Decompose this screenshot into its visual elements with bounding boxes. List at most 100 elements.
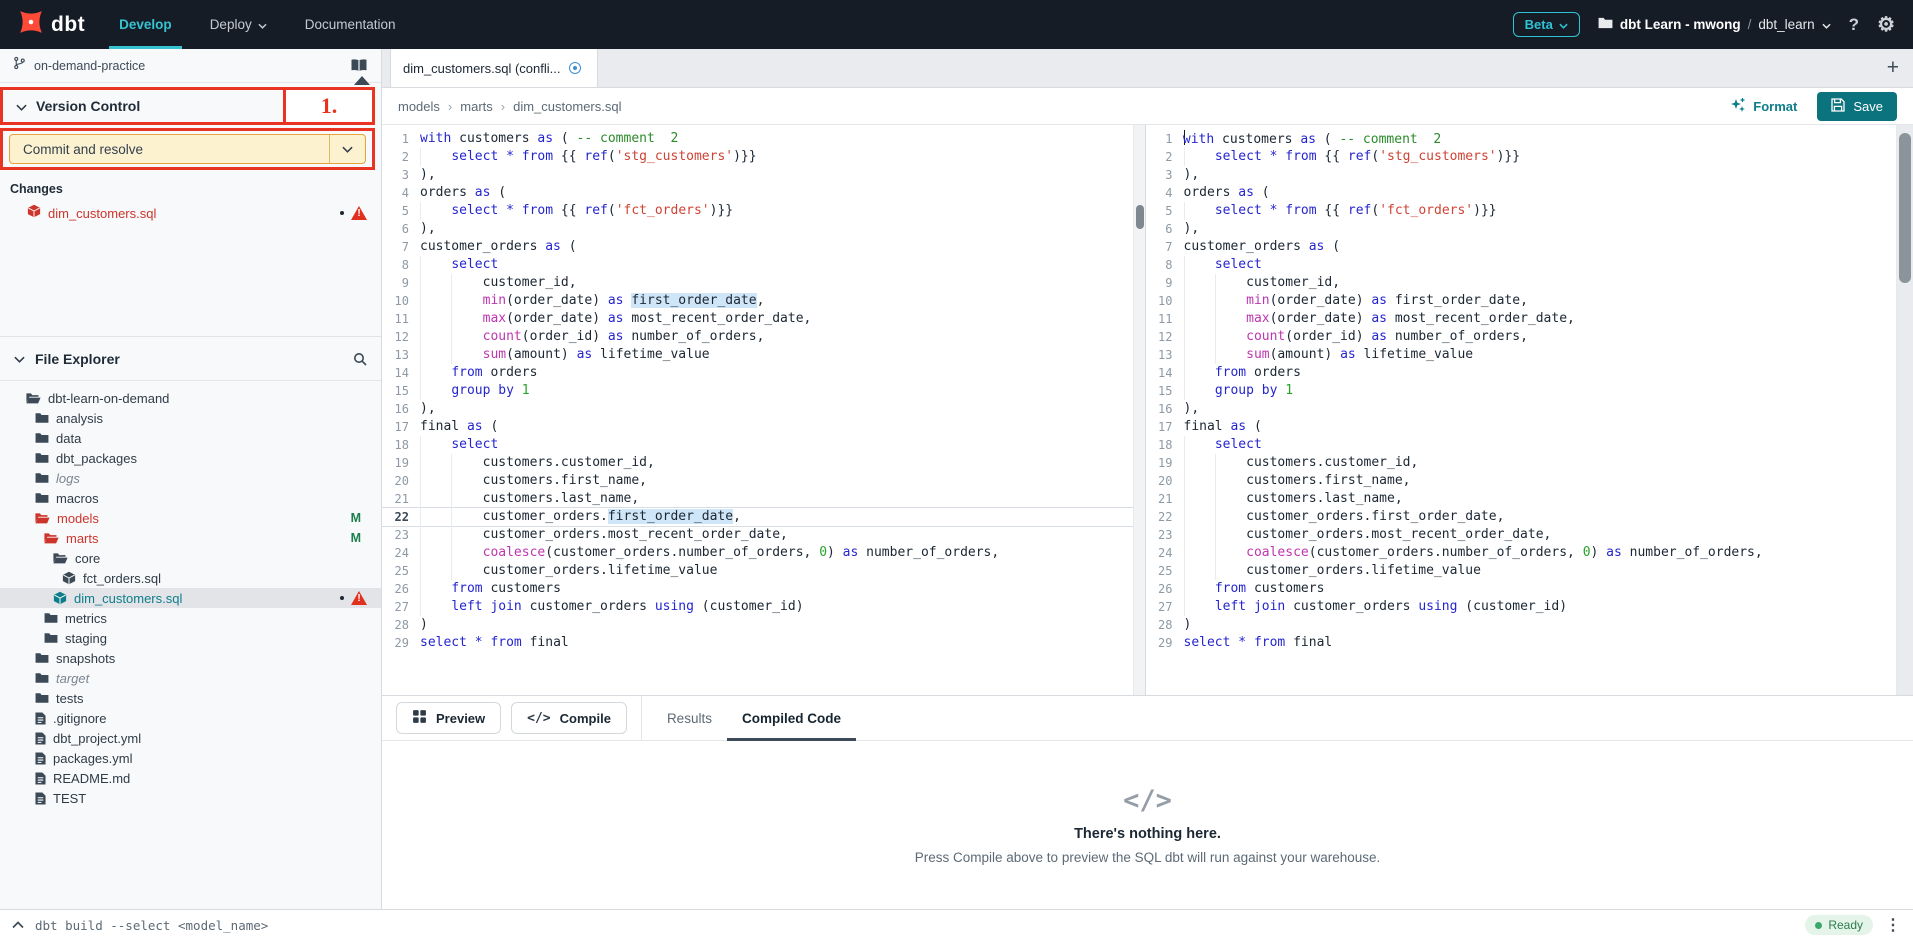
tree-item-logs[interactable]: logs <box>0 468 381 488</box>
code-line[interactable]: 3), <box>382 166 1133 184</box>
code-line[interactable]: 11 max(order_date) as most_recent_order_… <box>1146 310 1897 328</box>
code-line[interactable]: 5 select * from {{ ref('fct_orders')}} <box>382 202 1133 220</box>
code-line[interactable]: 26 from customers <box>1146 580 1897 598</box>
code-line[interactable]: 17final as ( <box>382 418 1133 436</box>
code-line[interactable]: 16), <box>1146 400 1897 418</box>
tree-item-models[interactable]: modelsM <box>0 508 381 528</box>
code-line[interactable]: 16), <box>382 400 1133 418</box>
tree-item-core[interactable]: core <box>0 548 381 568</box>
tree-item-metrics[interactable]: metrics <box>0 608 381 628</box>
code-line[interactable]: 1with customers as ( -- comment 2 <box>1146 130 1897 148</box>
code-line[interactable]: 13 sum(amount) as lifetime_value <box>1146 346 1897 364</box>
left-pane-scrollbar[interactable] <box>1133 125 1146 695</box>
code-line[interactable]: 24 coalesce(customer_orders.number_of_or… <box>382 544 1133 562</box>
breadcrumb-item[interactable]: marts <box>460 99 493 114</box>
code-line[interactable]: 2 select * from {{ ref('stg_customers')}… <box>1146 148 1897 166</box>
tree-item-staging[interactable]: staging <box>0 628 381 648</box>
code-line[interactable]: 22 customer_orders.first_order_date, <box>1146 508 1897 526</box>
code-line[interactable]: 9 customer_id, <box>382 274 1133 292</box>
code-line[interactable]: 25 customer_orders.lifetime_value <box>1146 562 1897 580</box>
code-line[interactable]: 27 left join customer_orders using (cust… <box>1146 598 1897 616</box>
nav-documentation[interactable]: Documentation <box>301 0 400 49</box>
tree-item-dbt-learn-on-demand[interactable]: dbt-learn-on-demand <box>0 388 381 408</box>
compile-button[interactable]: </> Compile <box>511 702 627 734</box>
code-line[interactable]: 25 customer_orders.lifetime_value <box>382 562 1133 580</box>
code-line[interactable]: 29select * from final <box>1146 634 1897 652</box>
code-line[interactable]: 11 max(order_date) as most_recent_order_… <box>382 310 1133 328</box>
tree-item-analysis[interactable]: analysis <box>0 408 381 428</box>
code-line[interactable]: 4orders as ( <box>1146 184 1897 202</box>
code-pane-right[interactable]: 1with customers as ( -- comment 22 selec… <box>1146 125 1897 695</box>
code-line[interactable]: 18 select <box>382 436 1133 454</box>
tree-item-target[interactable]: target <box>0 668 381 688</box>
save-button[interactable]: Save <box>1817 92 1897 121</box>
tree-item-packages-yml[interactable]: packages.yml <box>0 748 381 768</box>
tree-item-snapshots[interactable]: snapshots <box>0 648 381 668</box>
tab-results[interactable]: Results <box>652 696 727 741</box>
settings-gear-icon[interactable]: ⚙ <box>1877 12 1895 37</box>
code-line[interactable]: 15 group by 1 <box>382 382 1133 400</box>
version-control-section-header[interactable]: Version Control <box>3 98 140 114</box>
changed-file-row[interactable]: dim_customers.sql <box>0 202 381 224</box>
code-line[interactable]: 21 customers.last_name, <box>382 490 1133 508</box>
code-line[interactable]: 7customer_orders as ( <box>382 238 1133 256</box>
code-line[interactable]: 24 coalesce(customer_orders.number_of_or… <box>1146 544 1897 562</box>
code-line[interactable]: 13 sum(amount) as lifetime_value <box>382 346 1133 364</box>
kebab-menu-icon[interactable]: ⋮ <box>1885 915 1901 935</box>
right-pane-scrollbar[interactable] <box>1896 125 1913 695</box>
commit-dropdown-caret[interactable] <box>329 135 365 163</box>
nav-deploy[interactable]: Deploy <box>206 0 271 49</box>
preview-button[interactable]: Preview <box>396 702 501 734</box>
code-line[interactable]: 23 customer_orders.most_recent_order_dat… <box>382 526 1133 544</box>
commit-and-resolve-button[interactable]: Commit and resolve <box>9 134 366 164</box>
code-line[interactable]: 14 from orders <box>382 364 1133 382</box>
code-line[interactable]: 10 min(order_date) as first_order_date, <box>382 292 1133 310</box>
code-line[interactable]: 19 customers.customer_id, <box>382 454 1133 472</box>
tab-compiled-code[interactable]: Compiled Code <box>727 696 856 741</box>
tree-item-dbt-project-yml[interactable]: dbt_project.yml <box>0 728 381 748</box>
code-line[interactable]: 15 group by 1 <box>1146 382 1897 400</box>
code-line[interactable]: 12 count(order_id) as number_of_orders, <box>382 328 1133 346</box>
code-line[interactable]: 27 left join customer_orders using (cust… <box>382 598 1133 616</box>
code-line[interactable]: 8 select <box>382 256 1133 274</box>
tree-item-tests[interactable]: tests <box>0 688 381 708</box>
tree-item-marts[interactable]: martsM <box>0 528 381 548</box>
code-line[interactable]: 3), <box>1146 166 1897 184</box>
code-line[interactable]: 28) <box>1146 616 1897 634</box>
code-line[interactable]: 18 select <box>1146 436 1897 454</box>
docs-book-icon[interactable] <box>350 58 368 73</box>
tree-item-fct-orders-sql[interactable]: fct_orders.sql <box>0 568 381 588</box>
code-line[interactable]: 6), <box>1146 220 1897 238</box>
nav-develop[interactable]: Develop <box>115 0 176 49</box>
tree-item-dim-customers-sql[interactable]: dim_customers.sql <box>0 588 381 608</box>
tree-item--gitignore[interactable]: .gitignore <box>0 708 381 728</box>
breadcrumb-item[interactable]: models <box>398 99 440 114</box>
project-environment-selector[interactable]: dbt Learn - mwong / dbt_learn <box>1598 17 1831 32</box>
help-icon[interactable]: ? <box>1849 15 1859 35</box>
code-line[interactable]: 28) <box>382 616 1133 634</box>
code-line[interactable]: 2 select * from {{ ref('stg_customers')}… <box>382 148 1133 166</box>
code-line[interactable]: 17final as ( <box>1146 418 1897 436</box>
code-line[interactable]: 23 customer_orders.most_recent_order_dat… <box>1146 526 1897 544</box>
code-line[interactable]: 26 from customers <box>382 580 1133 598</box>
code-line[interactable]: 10 min(order_date) as first_order_date, <box>1146 292 1897 310</box>
code-pane-left[interactable]: 1with customers as ( -- comment 22 selec… <box>382 125 1133 695</box>
code-line[interactable]: 8 select <box>1146 256 1897 274</box>
code-line[interactable]: 29select * from final <box>382 634 1133 652</box>
editor-tab-dim-customers[interactable]: dim_customers.sql (confli... <box>390 49 598 87</box>
code-line[interactable]: 7customer_orders as ( <box>1146 238 1897 256</box>
code-line[interactable]: 14 from orders <box>1146 364 1897 382</box>
code-line[interactable]: 20 customers.first_name, <box>1146 472 1897 490</box>
code-line[interactable]: 20 customers.first_name, <box>382 472 1133 490</box>
search-icon[interactable] <box>353 352 367 366</box>
code-line[interactable]: 6), <box>382 220 1133 238</box>
code-line[interactable]: 21 customers.last_name, <box>1146 490 1897 508</box>
code-line[interactable]: 5 select * from {{ ref('fct_orders')}} <box>1146 202 1897 220</box>
tree-item-dbt-packages[interactable]: dbt_packages <box>0 448 381 468</box>
tree-item-macros[interactable]: macros <box>0 488 381 508</box>
code-line[interactable]: 1with customers as ( -- comment 2 <box>382 130 1133 148</box>
breadcrumb-item[interactable]: dim_customers.sql <box>513 99 621 114</box>
format-button[interactable]: Format <box>1730 97 1797 116</box>
code-line[interactable]: 4orders as ( <box>382 184 1133 202</box>
new-tab-button[interactable]: + <box>1887 49 1899 87</box>
